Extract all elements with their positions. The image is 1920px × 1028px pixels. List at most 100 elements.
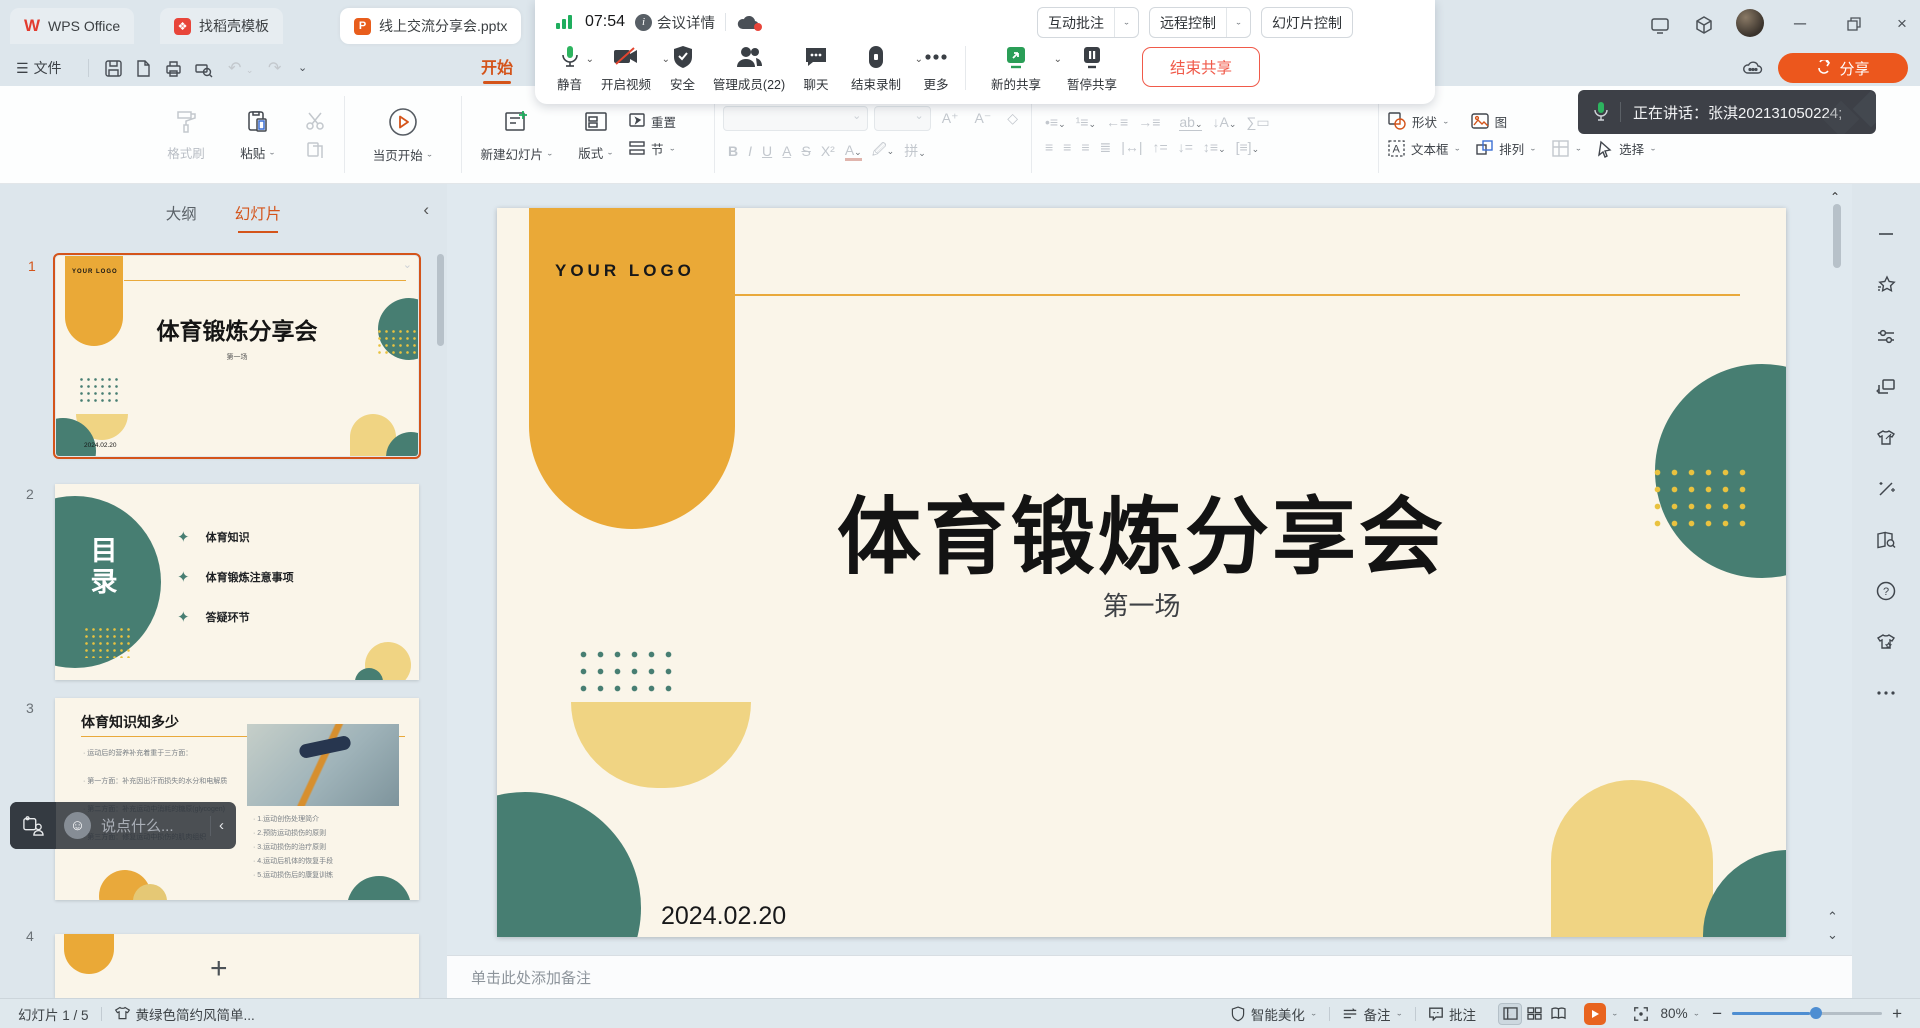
chat-mode-button[interactable] xyxy=(10,802,56,849)
reset-button[interactable]: 重置 xyxy=(628,112,706,131)
notes-bar[interactable]: 单击此处添加备注 xyxy=(447,955,1852,998)
cut-button[interactable] xyxy=(304,110,326,132)
chat-input[interactable]: 说点什么... xyxy=(101,815,202,836)
highlight-color-button[interactable]: 🖉⌄ xyxy=(872,139,894,163)
template-library-icon[interactable] xyxy=(1874,630,1898,654)
clear-format-icon[interactable]: ◇ xyxy=(1007,110,1018,127)
properties-icon[interactable] xyxy=(1874,324,1898,348)
tab-docer-templates[interactable]: ❖ 找稻壳模板 xyxy=(160,8,283,44)
italic-button[interactable]: I xyxy=(748,143,752,159)
underline-button[interactable]: U xyxy=(762,143,772,159)
numbered-list-button[interactable]: ¹≡⌄ xyxy=(1076,114,1096,130)
align-left-button[interactable]: ≡ xyxy=(1045,139,1053,155)
select-button[interactable]: 选择⌄ xyxy=(1596,139,1657,158)
more-tools-icon[interactable] xyxy=(1874,681,1898,705)
tab-outline[interactable]: 大纲 xyxy=(166,202,197,224)
chat-collapse-icon[interactable]: ‹ xyxy=(219,817,224,834)
zoom-slider-handle[interactable] xyxy=(1810,1007,1822,1019)
minimize-button[interactable]: ─ xyxy=(1786,10,1814,38)
zoom-level[interactable]: 80%⌄ xyxy=(1661,1006,1701,1021)
normal-view-button[interactable] xyxy=(1498,1003,1522,1025)
char-border-button[interactable]: A̲ xyxy=(782,143,791,159)
reading-view-button[interactable] xyxy=(1546,1003,1570,1025)
phonetic-guide-button[interactable]: 拼⌄ xyxy=(904,141,926,161)
next-slide-button[interactable]: ⌄ xyxy=(1827,928,1838,941)
zoom-out-button[interactable]: − xyxy=(1712,1004,1722,1024)
user-avatar[interactable] xyxy=(1736,9,1764,37)
textbox-button[interactable]: A 文本框⌄ xyxy=(1387,139,1461,158)
superscript-button[interactable]: X² xyxy=(821,143,835,159)
slide-thumbnail-4[interactable] xyxy=(55,934,419,998)
char-spacing-button[interactable]: ab⌄ xyxy=(1179,114,1202,131)
redo-button[interactable]: ↷ xyxy=(268,58,281,78)
end-recording-button[interactable]: 结束录制 ⌄ xyxy=(835,42,917,95)
copy-button[interactable] xyxy=(305,140,325,160)
justify-button[interactable]: ≣ xyxy=(1100,139,1112,156)
text-autofit-button[interactable]: [≡]⌄ xyxy=(1236,139,1260,155)
toolbar-more-chevron[interactable]: ⌄ xyxy=(298,61,307,74)
share-button[interactable]: 分享 xyxy=(1778,53,1908,83)
increase-font-icon[interactable]: A⁺ xyxy=(942,110,959,127)
bullet-list-button[interactable]: •≡⌄ xyxy=(1045,114,1066,130)
animation-pane-icon[interactable] xyxy=(1874,375,1898,399)
comments-button[interactable]: 批注 xyxy=(1428,1004,1476,1024)
merge-shapes-button[interactable]: ⌄ xyxy=(1551,139,1583,158)
app-box-icon[interactable] xyxy=(1694,15,1714,35)
slide-thumbnail-1[interactable]: YOUR LOGO 体育锻炼分享会 第一场 2024.02.20 xyxy=(55,255,419,457)
collapse-sidebar-icon[interactable] xyxy=(1874,222,1898,246)
paste-button[interactable]: 粘贴⌄ xyxy=(222,86,294,183)
interactive-annotate-button[interactable]: 互动批注⌄ xyxy=(1037,7,1139,38)
tab-slides[interactable]: 幻灯片 xyxy=(235,202,282,224)
smart-beautify-icon[interactable] xyxy=(1874,477,1898,501)
strikethrough-button[interactable]: S xyxy=(801,143,810,159)
slide-control-button[interactable]: 幻灯片控制 xyxy=(1261,7,1353,38)
close-button[interactable]: × xyxy=(1888,10,1916,38)
zoom-in-button[interactable]: + xyxy=(1892,1004,1902,1024)
end-share-button[interactable]: 结束共享 xyxy=(1142,47,1260,87)
emoji-button[interactable]: ☺ xyxy=(64,812,91,839)
start-video-button[interactable]: 开启视频 ⌄ xyxy=(588,42,664,95)
print-icon[interactable] xyxy=(164,59,183,78)
tab-wps-home[interactable]: W WPS Office xyxy=(10,8,134,44)
slide-thumbnail-3[interactable]: 体育知识知多少 · 运动后的营养补充着重于三方面： · 第一方面：补充因出汗而损… xyxy=(55,698,419,900)
smart-beautify-button[interactable]: 智能美化⌄ xyxy=(1230,1004,1318,1024)
mute-button[interactable]: 静音 ⌄ xyxy=(551,42,588,95)
section-button[interactable]: 节⌄ xyxy=(628,139,706,158)
remote-dropdown[interactable]: ⌄ xyxy=(1226,8,1250,37)
cloud-record-icon[interactable] xyxy=(736,13,760,31)
cloud-status-icon[interactable] xyxy=(1742,59,1764,77)
arrange-button[interactable]: 排列⌄ xyxy=(1475,139,1537,158)
fit-to-window-button[interactable] xyxy=(1633,1006,1649,1022)
para-spacing-button[interactable]: ↓= xyxy=(1178,139,1193,155)
slide-editing-surface[interactable]: YOUR LOGO 体育锻炼分享会 第一场 2024.02.20 xyxy=(497,208,1786,937)
undo-button[interactable]: ↶ ⌄ xyxy=(228,58,253,78)
line-spacing-button[interactable]: ↑= xyxy=(1153,139,1168,155)
add-slide-button[interactable]: + xyxy=(210,952,228,986)
slideshow-play-button[interactable]: ⌄ xyxy=(1584,1003,1619,1025)
font-size-select[interactable] xyxy=(874,106,930,131)
file-menu[interactable]: ☰ 文件 xyxy=(16,55,62,81)
remote-control-button[interactable]: 远程控制⌄ xyxy=(1149,7,1251,38)
chat-button[interactable]: 聊天 xyxy=(797,42,835,95)
design-templates-icon[interactable] xyxy=(1874,426,1898,450)
screen-cast-icon[interactable] xyxy=(1650,15,1670,35)
picture-button[interactable]: 图 xyxy=(1470,111,1508,131)
security-button[interactable]: 安全 xyxy=(664,42,701,95)
pause-share-button[interactable]: 暂停共享 xyxy=(1056,42,1128,95)
align-right-button[interactable]: ≡ xyxy=(1081,139,1089,155)
shapes-button[interactable]: 形状⌄ xyxy=(1387,111,1450,131)
font-color-button[interactable]: A⌄ xyxy=(845,142,862,161)
decrease-indent-button[interactable]: ←≡ xyxy=(1106,114,1128,130)
scroll-up-icon[interactable]: ⌃ xyxy=(1830,190,1840,204)
export-icon[interactable] xyxy=(134,59,153,78)
meeting-detail-button[interactable]: i 会议详情 xyxy=(635,12,715,33)
manage-members-button[interactable]: 管理成员(22) xyxy=(701,42,797,95)
tab-current-document[interactable]: P 线上交流分享会.pptx xyxy=(340,8,521,44)
align-center-button[interactable]: ≡ xyxy=(1063,139,1071,155)
print-preview-icon[interactable] xyxy=(194,59,213,78)
annotate-dropdown[interactable]: ⌄ xyxy=(1114,8,1138,37)
font-family-select[interactable] xyxy=(723,106,868,131)
previous-slide-button[interactable]: ⌃ xyxy=(1827,910,1838,923)
collapse-panel-icon[interactable]: ‹ xyxy=(423,200,429,220)
play-from-current-button[interactable]: 当页开始⌄ xyxy=(353,86,453,183)
